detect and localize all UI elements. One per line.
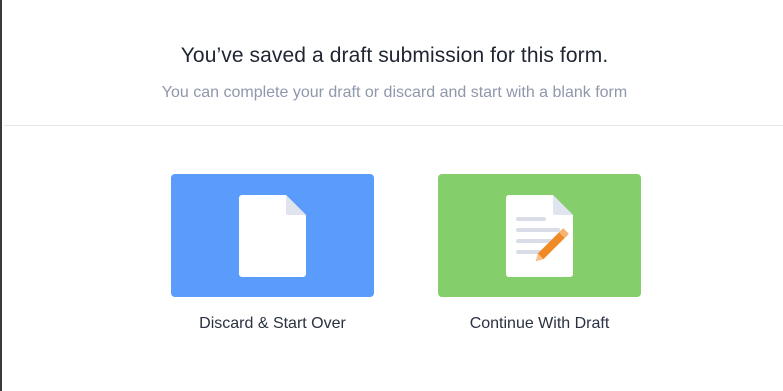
continue-tile[interactable]: [438, 174, 641, 297]
dialog-subtitle: You can complete your draft or discard a…: [161, 84, 628, 101]
dialog-header: You’ve saved a draft submission for this…: [4, 0, 783, 126]
blank-document-icon: [239, 195, 306, 277]
discard-start-over-button[interactable]: Discard & Start Over: [171, 174, 374, 333]
document-edit-icon: [506, 195, 573, 277]
dialog-title: You’ve saved a draft submission for this…: [180, 44, 609, 67]
draft-dialog: You’ve saved a draft submission for this…: [0, 0, 783, 391]
continue-label: Continue With Draft: [469, 315, 610, 332]
continue-with-draft-button[interactable]: Continue With Draft: [438, 174, 641, 333]
discard-label: Discard & Start Over: [199, 315, 346, 332]
discard-tile[interactable]: [171, 174, 374, 297]
